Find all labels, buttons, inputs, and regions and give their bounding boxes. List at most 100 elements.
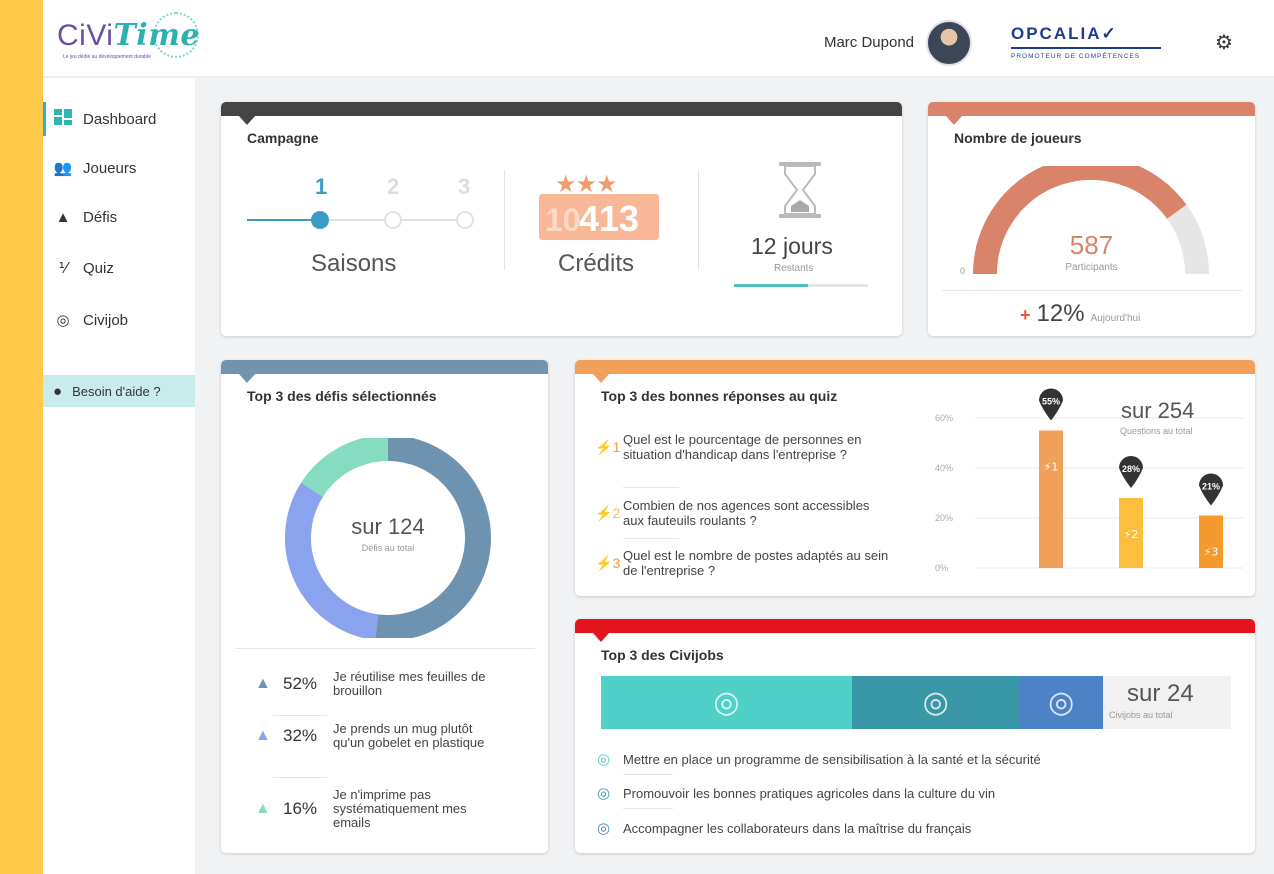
data-label: 21% <box>1202 482 1220 492</box>
players-value: 587 <box>1069 230 1114 260</box>
bar-icon-label: ⚡2 <box>1124 528 1139 541</box>
credits-badge: ★★★ 10 413 <box>539 170 659 242</box>
target-icon: ◎ <box>597 820 611 837</box>
mountain-flag-icon: ▲ <box>255 800 271 817</box>
quiz-question[interactable]: ⚡3 Quel est le nombre de postes adaptés … <box>595 548 895 578</box>
delta-plus-icon: + <box>1020 305 1031 325</box>
donut-slice-2 <box>285 482 379 638</box>
target-icon: ◎ <box>922 686 949 719</box>
divider <box>698 170 699 270</box>
gear-icon[interactable]: ⚙ <box>1215 30 1233 55</box>
remaining-label: Restants <box>774 263 814 274</box>
sidebar-item-joueurs[interactable]: 👥 Joueurs <box>43 151 195 185</box>
divider <box>235 648 535 649</box>
y-tick-label: 0% <box>935 563 948 573</box>
dashboard-icon <box>53 109 73 129</box>
players-title: Nombre de joueurs <box>954 130 1082 146</box>
civijob-item[interactable]: ◎ Promouvoir les bonnes pratiques agrico… <box>597 784 995 802</box>
civijob-item[interactable]: ◎ Mettre en place un programme de sensib… <box>597 750 1041 768</box>
civijob-item[interactable]: ◎ Accompagner les collaborateurs dans la… <box>597 819 971 837</box>
lightning-icon: ⚡1 <box>595 438 621 455</box>
help-label: Besoin d'aide ? <box>72 383 161 399</box>
quiz-total-label: Questions au total <box>1120 426 1193 436</box>
step-line-done <box>247 219 313 221</box>
civijob-segment-3[interactable]: ◎ <box>1019 676 1103 729</box>
sidebar-item-label: Défis <box>83 208 118 226</box>
civijob-segment-1[interactable]: ◎ <box>601 676 852 729</box>
defis-card: Top 3 des défis sélectionnés sur 124 Déf… <box>221 360 548 853</box>
bug-icon: ● <box>53 382 63 400</box>
sidebar-item-civijob[interactable]: ◎ Civijob <box>43 303 195 337</box>
step-dot-3[interactable] <box>456 211 474 229</box>
defis-title: Top 3 des défis sélectionnés <box>247 388 437 404</box>
defi-label: Je prends un mug plutôt qu'un gobelet en… <box>333 721 485 750</box>
card-notch <box>239 116 255 125</box>
step-number-3[interactable]: 3 <box>458 174 470 200</box>
card-bar <box>575 619 1255 633</box>
partner-rule <box>1011 47 1161 49</box>
credits-label: Crédits <box>558 250 635 277</box>
mountain-flag-icon: ▲ <box>255 727 271 744</box>
sidebar-item-defis[interactable]: ▲ Défis <box>43 200 195 234</box>
step-number-2[interactable]: 2 <box>387 174 399 200</box>
step-number-1[interactable]: 1 <box>315 174 327 200</box>
season-stepper[interactable]: 1 2 3 <box>247 174 487 234</box>
bar-icon-label: ⚡3 <box>1204 546 1219 559</box>
avatar[interactable] <box>926 20 972 66</box>
quiz-question[interactable]: ⚡1 Quel est le pourcentage de personnes … <box>595 432 895 462</box>
defi-label: Je n'imprime pas systématiquement mes em… <box>333 787 467 830</box>
civijob-label: Accompagner les collaborateurs dans la m… <box>623 820 972 836</box>
players-icon: 👥 <box>53 160 73 177</box>
defi-item[interactable]: ▲ 52% Je réutilise mes feuilles de broui… <box>255 670 535 698</box>
target-icon: ◎ <box>597 751 611 768</box>
step-dot-1[interactable] <box>311 211 329 229</box>
card-notch <box>593 374 609 383</box>
defi-pct: 32% <box>283 726 318 745</box>
civijob-label: Mettre en place un programme de sensibil… <box>623 751 1041 767</box>
target-icon: ◎ <box>56 312 70 329</box>
quiz-icon: ⅟ <box>58 260 68 277</box>
seasons-label: Saisons <box>311 250 397 277</box>
lightning-icon: ⚡3 <box>595 554 621 571</box>
bar-1 <box>1039 430 1063 568</box>
civijob-segment-2[interactable]: ◎ <box>852 676 1020 729</box>
divider <box>942 290 1242 291</box>
quiz-title: Top 3 des bonnes réponses au quiz <box>601 388 838 404</box>
app-window: CiViTime Le jeu dédié au développement d… <box>43 0 1274 874</box>
y-tick-label: 60% <box>935 413 953 423</box>
card-bar <box>221 102 902 116</box>
sidebar-item-dashboard[interactable]: Dashboard <box>43 102 195 136</box>
card-bar <box>221 360 548 374</box>
remaining-value: 12 jours <box>751 233 833 259</box>
delta-label: Aujourd'hui <box>1090 313 1141 324</box>
sidebar: Dashboard 👥 Joueurs ▲ Défis ⅟ Quiz ◎ Civ… <box>43 78 195 874</box>
remaining-progress-fill <box>734 284 808 287</box>
app-logo[interactable]: CiViTime Le jeu dédié au développement d… <box>57 12 201 66</box>
card-notch <box>946 116 962 125</box>
divider <box>273 777 327 778</box>
players-delta: + 12% Aujourd'hui <box>1020 300 1140 328</box>
hourglass-icon <box>777 162 823 223</box>
step-dot-2[interactable] <box>384 211 402 229</box>
user-name[interactable]: Marc Dupond <box>824 34 914 51</box>
logo-brand-b: Time <box>113 18 201 53</box>
partner-subtitle: PROMOTEUR DE COMPÉTENCES <box>1011 53 1141 60</box>
data-label: 28% <box>1122 464 1140 474</box>
card-bar <box>575 360 1255 374</box>
card-notch <box>593 633 609 642</box>
defi-item[interactable]: ▲ 32% Je prends un mug plutôt qu'un gobe… <box>255 722 535 750</box>
defi-item[interactable]: ▲ 16% Je n'imprime pas systématiquement … <box>255 788 535 830</box>
sidebar-item-quiz[interactable]: ⅟ Quiz <box>43 251 195 285</box>
civijobs-stacked-bar: ◎ ◎ ◎ <box>601 676 1103 729</box>
divider <box>623 538 679 539</box>
civijobs-card: Top 3 des Civijobs ◎ ◎ ◎ sur 24 Civijobs a… <box>575 619 1255 853</box>
target-icon: ◎ <box>597 785 611 802</box>
quiz-question[interactable]: ⚡2 Combien de nos agences sont accessibl… <box>595 498 895 528</box>
target-icon: ◎ <box>1048 686 1075 719</box>
defi-pct: 52% <box>283 674 318 693</box>
civijobs-title: Top 3 des Civijobs <box>601 647 724 663</box>
donut-slice-3 <box>301 438 389 498</box>
help-button[interactable]: ● Besoin d'aide ? <box>43 375 195 407</box>
y-tick-label: 40% <box>935 463 953 473</box>
campaign-card: Campagne 1 2 3 Saisons ★★★ 10 413 Crédit… <box>221 102 902 336</box>
